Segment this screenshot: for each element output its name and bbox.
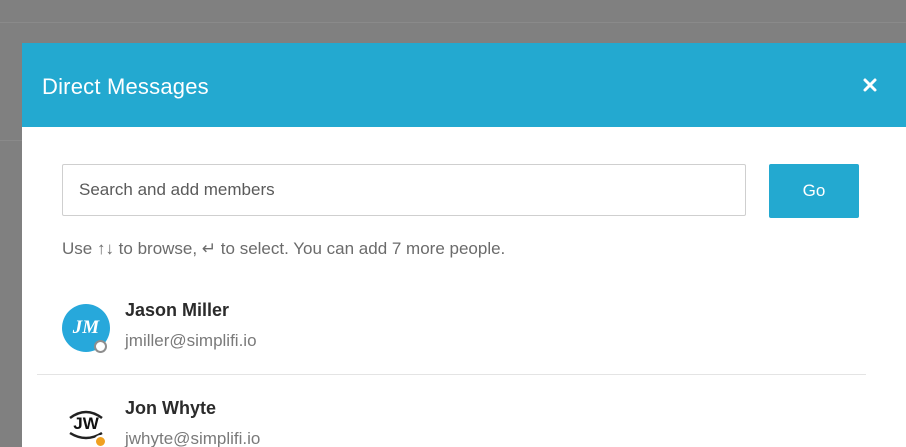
- browse-hint: Use ↑↓ to browse, ↵ to select. You can a…: [62, 239, 506, 258]
- member-divider: [37, 374, 866, 375]
- member-email: jwhyte@simplifi.io: [125, 429, 261, 447]
- avatar-initials: JW: [73, 414, 99, 433]
- backdrop-divider: [0, 22, 906, 23]
- go-button[interactable]: Go: [769, 164, 859, 218]
- avatar-initials: JM: [72, 317, 100, 338]
- offline-status-icon: [94, 340, 107, 353]
- modal-header: Direct Messages: [22, 43, 906, 127]
- away-status-icon: [94, 435, 107, 447]
- member-email: jmiller@simplifi.io: [125, 331, 257, 350]
- modal-title: Direct Messages: [42, 74, 209, 99]
- direct-messages-modal: Direct Messages Go Use ↑↓ to browse, ↵ t…: [22, 43, 906, 447]
- close-icon[interactable]: [862, 77, 878, 93]
- member-name: Jason Miller: [125, 300, 230, 320]
- search-members-input[interactable]: [62, 164, 746, 216]
- member-name: Jon Whyte: [125, 398, 217, 418]
